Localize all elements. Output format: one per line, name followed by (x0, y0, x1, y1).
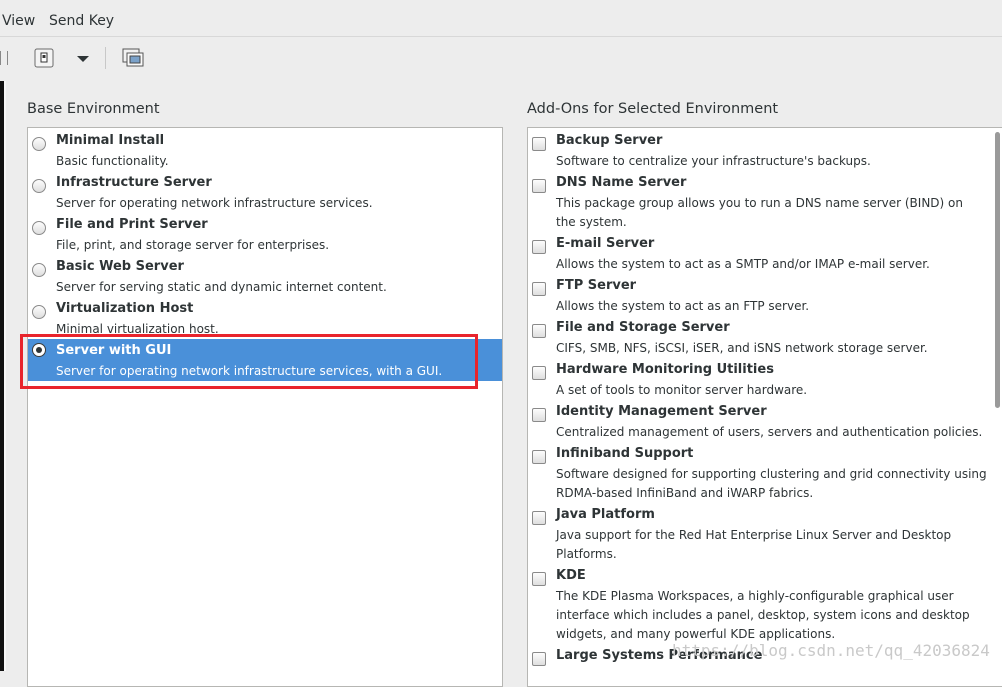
addon-item-java-platform[interactable]: Java Platform Java support for the Red H… (528, 507, 1002, 568)
radio-button[interactable] (32, 179, 46, 193)
addon-item-backup-server[interactable]: Backup Server Software to centralize you… (528, 133, 1002, 175)
addon-item-label: Hardware Monitoring Utilities (556, 362, 774, 377)
addon-item-dns-name-server[interactable]: DNS Name Server This package group allow… (528, 175, 1002, 236)
addon-item-desc-line2: the system. (556, 215, 627, 229)
addons-scrollbar[interactable] (992, 128, 1002, 686)
addon-item-desc: Allows the system to act as an FTP serve… (556, 299, 810, 313)
checkbox[interactable] (532, 366, 546, 380)
addon-item-desc: Software to centralize your infrastructu… (556, 154, 871, 168)
addon-item-label: File and Storage Server (556, 320, 730, 335)
addon-item-ftp-server[interactable]: FTP Server Allows the system to act as a… (528, 278, 1002, 320)
env-item-desc: File, print, and storage server for ente… (56, 238, 330, 252)
pause-icon[interactable] (0, 51, 8, 65)
usb-device-icon[interactable] (33, 47, 55, 69)
addon-item-desc: This package group allows you to run a D… (556, 196, 963, 210)
checkbox[interactable] (532, 282, 546, 296)
checkbox[interactable] (532, 324, 546, 338)
checkbox[interactable] (532, 137, 546, 151)
addon-item-infiniband-support[interactable]: Infiniband Support Software designed for… (528, 446, 1002, 507)
addon-item-kde[interactable]: KDE The KDE Plasma Workspaces, a highly-… (528, 568, 1002, 648)
window-edge-highlight (4, 81, 6, 671)
checkbox[interactable] (532, 511, 546, 525)
base-environment-list: Minimal Install Basic functionality. Inf… (27, 127, 503, 687)
screenshot-icon[interactable] (121, 47, 144, 69)
menu-send-key[interactable]: Send Key (49, 13, 114, 29)
checkbox[interactable] (532, 652, 546, 666)
addon-item-label: Infiniband Support (556, 446, 694, 461)
toolbar (0, 37, 1002, 81)
env-item-label: Virtualization Host (56, 301, 194, 316)
addons-list: Backup Server Software to centralize you… (527, 127, 1002, 687)
env-item-label: Basic Web Server (56, 259, 184, 274)
addon-item-identity-management-server[interactable]: Identity Management Server Centralized m… (528, 404, 1002, 446)
checkbox[interactable] (532, 450, 546, 464)
addon-item-email-server[interactable]: E-mail Server Allows the system to act a… (528, 236, 1002, 278)
addons-scrollbar-thumb[interactable] (995, 132, 1000, 408)
checkbox[interactable] (532, 179, 546, 193)
addon-item-desc: Java support for the Red Hat Enterprise … (556, 528, 952, 542)
env-item-desc: Server for serving static and dynamic in… (56, 280, 387, 294)
addon-item-desc-line2: RDMA-based InfiniBand and iWARP fabrics. (556, 486, 814, 500)
addon-item-hardware-monitoring-utilities[interactable]: Hardware Monitoring Utilities A set of t… (528, 362, 1002, 404)
annotation-highlight-box (20, 334, 478, 389)
watermark: https://blog.csdn.net/qq_42036824 (672, 641, 990, 660)
addon-item-desc-line2: interface which includes a panel, deskto… (556, 608, 970, 622)
addon-item-desc: Software designed for supporting cluster… (556, 467, 987, 481)
addon-item-file-and-storage-server[interactable]: File and Storage Server CIFS, SMB, NFS, … (528, 320, 1002, 362)
addon-item-desc: Centralized management of users, servers… (556, 425, 983, 439)
addon-item-label: FTP Server (556, 278, 637, 293)
radio-button[interactable] (32, 263, 46, 277)
addons-title: Add-Ons for Selected Environment (527, 101, 779, 117)
addon-item-label: Identity Management Server (556, 404, 767, 419)
addon-item-label: KDE (556, 568, 586, 583)
env-item-file-and-print-server[interactable]: File and Print Server File, print, and s… (28, 217, 502, 259)
addon-item-desc-line2: Platforms. (556, 547, 617, 561)
dropdown-arrow-icon[interactable] (72, 47, 94, 69)
checkbox[interactable] (532, 240, 546, 254)
addon-item-desc: CIFS, SMB, NFS, iSCSI, iSER, and iSNS ne… (556, 341, 928, 355)
addon-item-desc: The KDE Plasma Workspaces, a highly-conf… (556, 589, 954, 603)
env-item-desc: Server for operating network infrastruct… (56, 196, 373, 210)
radio-button[interactable] (32, 305, 46, 319)
addon-item-label: DNS Name Server (556, 175, 687, 190)
env-item-desc: Basic functionality. (56, 154, 169, 168)
addon-item-label: Backup Server (556, 133, 663, 148)
addon-item-label: E-mail Server (556, 236, 655, 251)
radio-button[interactable] (32, 221, 46, 235)
toolbar-separator (105, 47, 106, 69)
menu-bar: View Send Key (0, 0, 1002, 37)
menu-view[interactable]: View (2, 13, 35, 29)
env-item-basic-web-server[interactable]: Basic Web Server Server for serving stat… (28, 259, 502, 301)
addon-item-desc: A set of tools to monitor server hardwar… (556, 383, 808, 397)
checkbox[interactable] (532, 408, 546, 422)
radio-button[interactable] (32, 137, 46, 151)
addon-item-desc: Allows the system to act as a SMTP and/o… (556, 257, 930, 271)
env-item-label: File and Print Server (56, 217, 208, 232)
env-item-minimal-install[interactable]: Minimal Install Basic functionality. (28, 133, 502, 175)
checkbox[interactable] (532, 572, 546, 586)
base-environment-title: Base Environment (27, 101, 160, 117)
env-item-label: Minimal Install (56, 133, 165, 148)
env-item-label: Infrastructure Server (56, 175, 212, 190)
addon-item-label: Java Platform (556, 507, 655, 522)
env-item-infrastructure-server[interactable]: Infrastructure Server Server for operati… (28, 175, 502, 217)
